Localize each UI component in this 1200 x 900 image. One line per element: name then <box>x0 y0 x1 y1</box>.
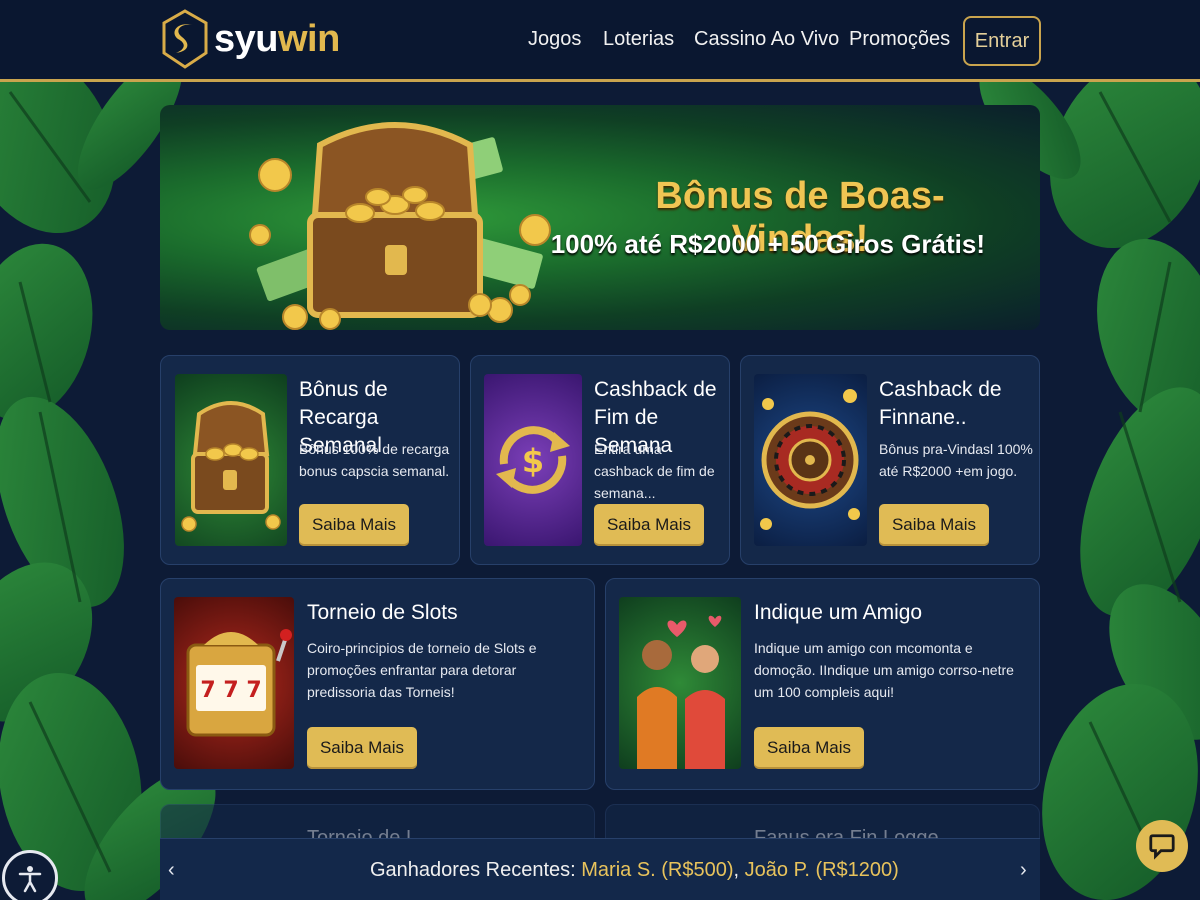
svg-text:$: $ <box>522 442 544 480</box>
promo-title: Indique um Amigo <box>754 601 923 624</box>
promo-card-finnane-cashback: Cashback de Finnane.. Bônus pra-Vindasl … <box>740 355 1040 565</box>
login-button[interactable]: Entrar <box>963 16 1041 66</box>
promo-description: Indique um amigo con mcomonta e domoção.… <box>754 640 1014 700</box>
brand-name: syuwin <box>214 17 340 60</box>
svg-text:7: 7 <box>223 678 238 703</box>
slot-machine-icon: 7 7 7 <box>174 597 294 769</box>
promo-title: Cashback de Finnane.. <box>879 378 1002 429</box>
saiba-mais-button[interactable]: Saiba Mais <box>594 504 704 546</box>
live-chat-button[interactable] <box>1136 820 1188 872</box>
ticker-prev-arrow[interactable]: ‹ <box>168 859 175 882</box>
promo-card-weekend-cashback: $ Cashback de Fim de Semana Entira uma c… <box>470 355 730 565</box>
winner-entry: João P. (R$1200) <box>744 859 899 881</box>
roulette-wheel-icon <box>754 374 867 546</box>
friends-referral-icon <box>619 597 741 769</box>
logo-emblem-icon <box>162 9 208 69</box>
accessibility-icon <box>18 866 42 893</box>
treasure-chest-icon <box>249 122 551 330</box>
ticker-text: Ganhadores Recentes: Maria S. (R$500), J… <box>370 859 899 882</box>
ticker-next-arrow[interactable]: › <box>1020 859 1027 882</box>
promo-card-weekly-reload: Bônus de Recarga Semanal Bônus 100% de r… <box>160 355 460 565</box>
saiba-mais-button[interactable]: Saiba Mais <box>299 504 409 546</box>
recent-winners-ticker: ‹ Ganhadores Recentes: Maria S. (R$500),… <box>160 838 1040 900</box>
nav-jogos[interactable]: Jogos <box>528 28 581 51</box>
promo-card-slots-tournament: 7 7 7 Torneio de Slots Coiro-principios … <box>160 578 595 790</box>
nav-promocoes[interactable]: Promoções <box>849 28 950 51</box>
promo-card-refer-friend: Indique um Amigo Indique um amigo con mc… <box>605 578 1040 790</box>
cashback-dollar-icon: $ <box>484 374 582 546</box>
svg-text:7: 7 <box>200 678 215 703</box>
welcome-bonus-banner[interactable]: Bônus de Boas-Vindas! 100% até R$2000 + … <box>160 105 1040 330</box>
ticker-prefix: Ganhadores Recentes: <box>370 859 576 881</box>
winner-entry: Maria S. (R$500) <box>581 859 734 881</box>
saiba-mais-button[interactable]: Saiba Mais <box>879 504 989 546</box>
brand-logo[interactable]: syuwin <box>160 8 345 70</box>
svg-text:7: 7 <box>246 678 261 703</box>
ticker-separator: , <box>733 859 740 881</box>
nav-cassino-ao-vivo[interactable]: Cassino Ao Vivo <box>694 28 839 51</box>
site-header: syuwin Jogos Loterias Cassino Ao Vivo Pr… <box>0 0 1200 82</box>
saiba-mais-button[interactable]: Saiba Mais <box>307 727 417 769</box>
treasure-chest-icon <box>175 374 287 546</box>
saiba-mais-button[interactable]: Saiba Mais <box>754 727 864 769</box>
promo-description: Entira uma cashback de fim de semana... <box>594 441 715 501</box>
promo-description: Coiro-principios de torneio de Slots e p… <box>307 640 537 700</box>
promo-description: Bônus pra-Vindasl 100% até R$2000 +em jo… <box>879 441 1033 479</box>
chat-bubble-icon <box>1149 834 1175 860</box>
promo-title: Torneio de Slots <box>307 601 458 624</box>
accessibility-button[interactable] <box>2 850 58 900</box>
nav-loterias[interactable]: Loterias <box>603 28 674 51</box>
promo-description: Bônus 100% de recarga bonus capscia sema… <box>299 441 450 479</box>
hero-subtitle: 100% até R$2000 + 50 Giros Grátis! <box>550 229 985 259</box>
